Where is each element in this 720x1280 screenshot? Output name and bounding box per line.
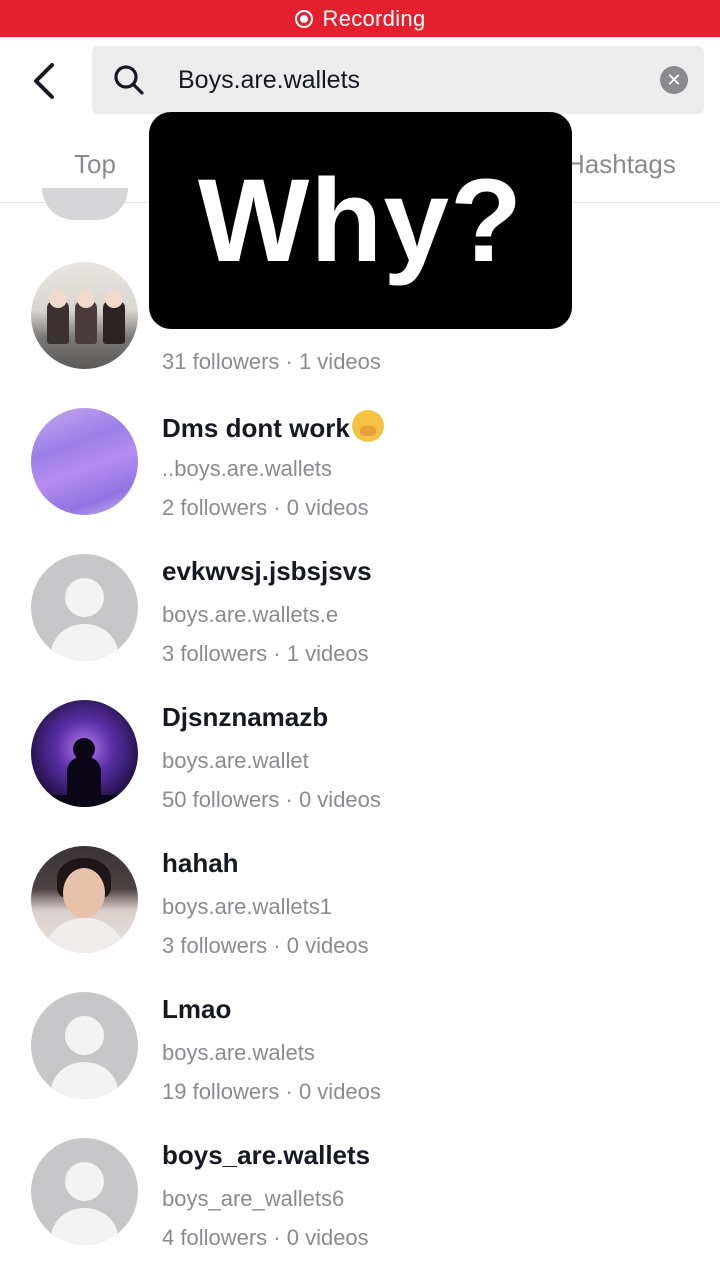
chevron-left-icon xyxy=(34,63,54,99)
display-name: Dms dont work xyxy=(162,410,384,444)
shushing-face-emoji-icon xyxy=(351,410,384,442)
avatar[interactable] xyxy=(31,992,138,1099)
recording-indicator-bar: Recording xyxy=(0,0,720,37)
avatar[interactable] xyxy=(31,262,138,369)
user-stats: 31 followers · 1 videos xyxy=(162,349,381,374)
user-stats: 3 followers · 1 videos xyxy=(162,641,369,666)
avatar[interactable] xyxy=(31,408,138,515)
username: boys.are.wallets1 xyxy=(162,894,332,919)
default-user-icon xyxy=(65,1016,104,1055)
user-stats: 4 followers · 0 videos xyxy=(162,1225,369,1250)
tab-hashtags[interactable]: Hashtags xyxy=(566,149,676,180)
default-user-icon xyxy=(65,1162,104,1201)
search-input[interactable]: Boys.are.wallets xyxy=(178,46,638,114)
username: boys_are_wallets6 xyxy=(162,1186,345,1211)
display-name: Djsnznamazb xyxy=(162,702,329,732)
user-stats: 50 followers · 0 videos xyxy=(162,787,381,812)
display-name: hahah xyxy=(162,848,239,878)
search-box[interactable]: Boys.are.wallets ✕ xyxy=(92,46,704,114)
search-icon xyxy=(114,65,144,95)
user-stats: 3 followers · 0 videos xyxy=(162,933,369,958)
default-user-icon xyxy=(65,578,104,617)
user-stats: 19 followers · 0 videos xyxy=(162,1079,381,1104)
display-name: Lmao xyxy=(162,994,232,1024)
record-dot-icon xyxy=(294,9,313,28)
why-caption-overlay: Why? xyxy=(149,112,572,329)
list-item[interactable]: Dms dont work ..boys.are.wallets 2 follo… xyxy=(0,408,720,554)
username: boys.are.wallet xyxy=(162,748,309,773)
list-item[interactable]: boys_are.wallets boys_are_wallets6 4 fol… xyxy=(0,1138,720,1280)
username: boys.are.walets xyxy=(162,1040,315,1065)
list-item[interactable]: evkwvsj.jsbsjsvs boys.are.wallets.e 3 fo… xyxy=(0,554,720,700)
avatar[interactable] xyxy=(31,846,138,953)
username: boys.are.wallets.e xyxy=(162,602,339,627)
avatar[interactable] xyxy=(31,554,138,661)
username: ..boys.are.wallets xyxy=(162,456,332,481)
display-name: boys_are.wallets xyxy=(162,1140,371,1170)
list-item[interactable]: hahah boys.are.wallets1 3 followers · 0 … xyxy=(0,846,720,992)
avatar[interactable] xyxy=(42,188,128,220)
avatar[interactable] xyxy=(31,1138,138,1245)
recording-label: Recording xyxy=(322,5,426,31)
list-item[interactable]: Lmao boys.are.walets 19 followers · 0 vi… xyxy=(0,992,720,1138)
clear-search-icon[interactable]: ✕ xyxy=(660,66,688,94)
user-stats: 2 followers · 0 videos xyxy=(162,495,369,520)
tab-top[interactable]: Top xyxy=(74,149,116,180)
avatar[interactable] xyxy=(31,700,138,807)
back-button[interactable] xyxy=(22,59,66,103)
list-item[interactable]: Djsnznamazb boys.are.wallet 50 followers… xyxy=(0,700,720,846)
display-name: evkwvsj.jsbsjsvs xyxy=(162,556,372,586)
